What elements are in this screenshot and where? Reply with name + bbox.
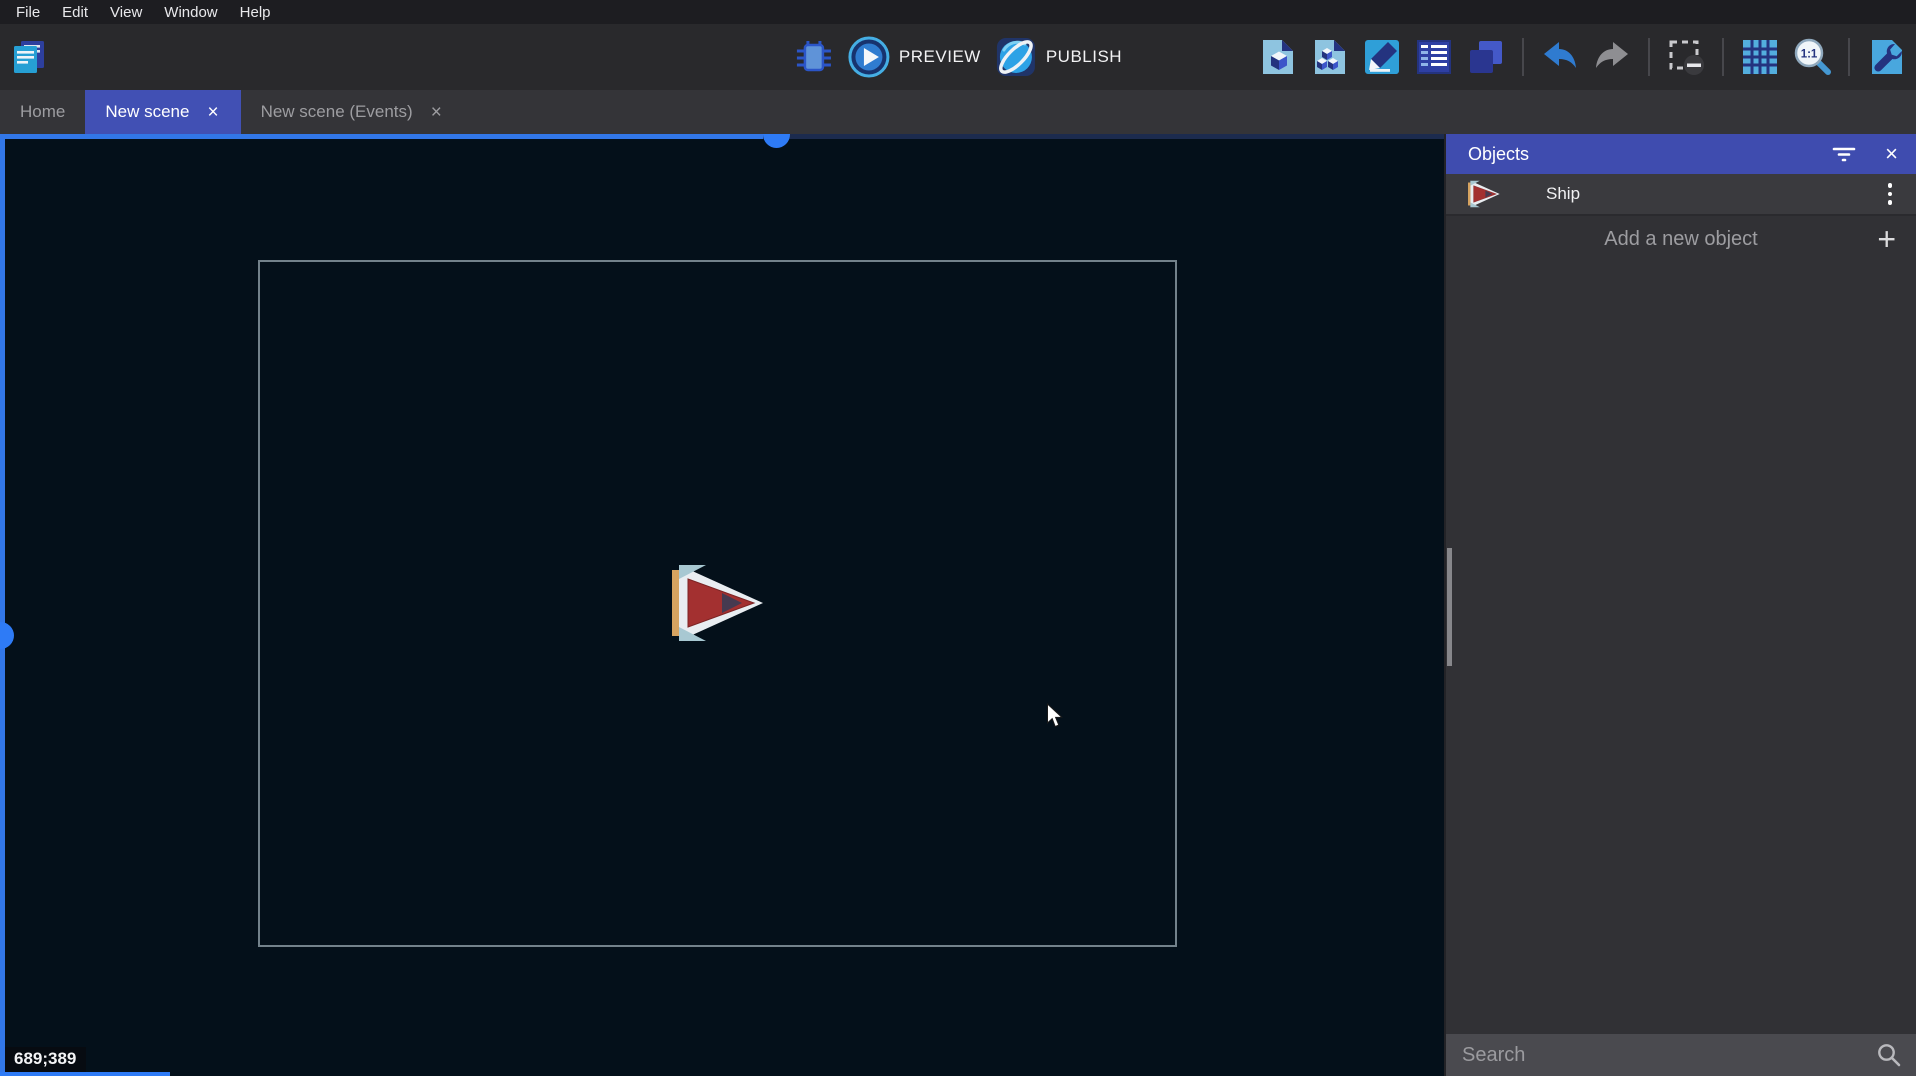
extra-tools-button[interactable] [1866, 37, 1906, 77]
menu-edit[interactable]: Edit [51, 2, 99, 23]
toolbar-separator [1522, 38, 1524, 76]
zoom-original-button[interactable]: 1:1 [1792, 37, 1832, 77]
main-toolbar: PREVIEW PUBLISH [0, 24, 1916, 90]
menu-view[interactable]: View [99, 2, 153, 23]
cursor-coordinates: 689;389 [5, 1047, 86, 1072]
preview-button[interactable]: PREVIEW [848, 36, 981, 78]
instances-page-icon [1310, 37, 1350, 77]
toggle-grid-button[interactable] [1740, 37, 1780, 77]
objects-search-input[interactable] [1462, 1044, 1876, 1067]
gdevelop-window: File Edit View Window Help [0, 0, 1916, 1076]
bottom-scrollbar-fill [0, 1072, 170, 1076]
vertical-scrollbar-track[interactable] [0, 134, 5, 1076]
preview-play-icon [848, 36, 890, 78]
ship-object-thumbnail-icon [1468, 180, 1500, 208]
object-menu-kebab-icon[interactable] [1882, 179, 1899, 209]
open-instances-list-button[interactable] [1310, 37, 1350, 77]
wrench-icon [1866, 37, 1906, 77]
plus-icon[interactable]: + [1877, 223, 1896, 255]
menu-help[interactable]: Help [229, 2, 282, 23]
panel-scrollbar-thumb[interactable] [1447, 548, 1452, 666]
toolbar-separator [1722, 38, 1724, 76]
pencil-icon [1362, 37, 1402, 77]
editor-tab-bar: Home New scene × New scene (Events) × [0, 90, 1916, 134]
tab-home[interactable]: Home [0, 90, 85, 134]
zoom-ratio-label: 1:1 [1801, 49, 1818, 61]
redo-icon [1592, 37, 1632, 77]
tab-new-scene[interactable]: New scene × [85, 90, 240, 134]
publish-globe-icon [995, 36, 1037, 78]
menu-window[interactable]: Window [153, 2, 228, 23]
horizontal-scrollbar-thumb[interactable] [763, 134, 790, 148]
toolbar-separator [1648, 38, 1650, 76]
objects-panel-title: Objects [1468, 144, 1831, 165]
publish-label: PUBLISH [1046, 47, 1122, 67]
clear-selection-button[interactable] [1666, 37, 1706, 77]
edit-scene-properties-button[interactable] [1362, 37, 1402, 77]
close-panel-icon[interactable]: × [1885, 143, 1898, 165]
filter-objects-button[interactable] [1831, 144, 1857, 165]
search-icon [1876, 1042, 1902, 1068]
undo-button[interactable] [1540, 37, 1580, 77]
objects-panel-header: Objects × [1446, 134, 1916, 174]
project-manager-icon [10, 38, 48, 76]
horizontal-scrollbar-fill [0, 134, 763, 139]
deselect-icon [1666, 37, 1706, 77]
tab-new-scene-events[interactable]: New scene (Events) × [241, 90, 464, 134]
objects-page-icon [1258, 37, 1298, 77]
objects-panel: Objects × [1444, 134, 1916, 1076]
project-manager-button[interactable] [10, 38, 48, 76]
tab-close-icon[interactable]: × [429, 103, 444, 122]
object-name-label: Ship [1546, 184, 1882, 204]
publish-button[interactable]: PUBLISH [995, 36, 1122, 78]
undo-icon [1540, 37, 1580, 77]
grid-icon [1740, 37, 1780, 77]
horizontal-scrollbar-track[interactable] [0, 134, 1444, 139]
open-layers-editor-button[interactable] [1466, 37, 1506, 77]
preview-label: PREVIEW [899, 47, 981, 67]
objects-search-bar [1446, 1034, 1916, 1076]
layers-icon [1466, 37, 1506, 77]
instance-properties-button[interactable] [1414, 37, 1454, 77]
menu-file[interactable]: File [5, 2, 51, 23]
add-new-object-label: Add a new object [1604, 228, 1757, 251]
tab-new-scene-events-label: New scene (Events) [261, 102, 413, 122]
tab-close-icon[interactable]: × [205, 103, 220, 122]
tab-home-label: Home [20, 102, 65, 122]
debugger-button[interactable] [794, 37, 834, 77]
tab-new-scene-label: New scene [105, 102, 189, 122]
menu-bar: File Edit View Window Help [0, 0, 1916, 24]
vertical-scrollbar-thumb[interactable] [0, 622, 14, 649]
filter-icon [1831, 144, 1857, 165]
object-row-ship[interactable]: Ship [1446, 174, 1916, 216]
properties-list-icon [1414, 37, 1454, 77]
ship-sprite-instance[interactable] [672, 563, 764, 643]
open-objects-editor-button[interactable] [1258, 37, 1298, 77]
scene-canvas[interactable]: 689;389 [0, 134, 1444, 1076]
zoom-1-1-icon: 1:1 [1792, 37, 1832, 77]
add-new-object-button[interactable]: Add a new object + [1446, 216, 1916, 262]
debugger-bug-icon [794, 37, 834, 77]
objects-list-empty-area[interactable] [1446, 262, 1916, 1034]
redo-button[interactable] [1592, 37, 1632, 77]
toolbar-separator [1848, 38, 1850, 76]
